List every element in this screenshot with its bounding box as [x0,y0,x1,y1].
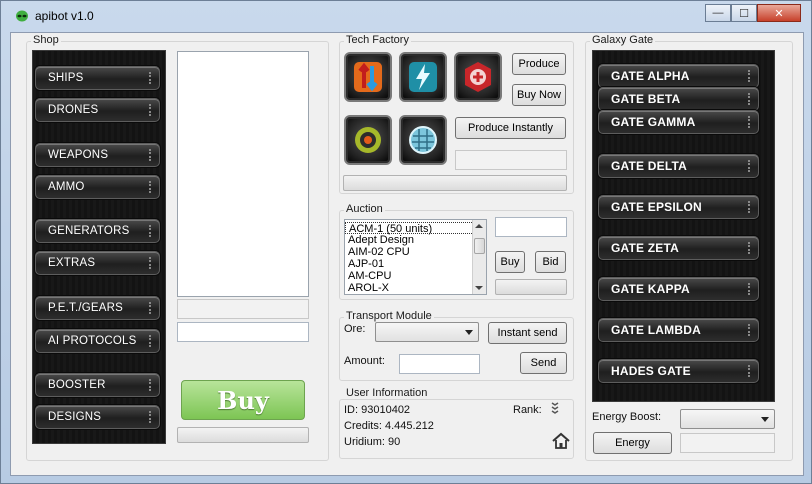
shop-category-p-e-t-gears[interactable]: P.E.T./GEARS [35,296,160,320]
shop-label: Shop [31,34,61,46]
tech-energy-leech-tile[interactable] [344,52,392,102]
auction-list-item[interactable]: AROL-X [345,282,486,294]
scroll-up-icon[interactable] [475,224,483,228]
shop-progress-bar [177,427,309,443]
gate-button-gate-zeta[interactable]: GATE ZETA [598,236,759,260]
gate-button-gate-kappa[interactable]: GATE KAPPA [598,277,759,301]
amount-field[interactable] [399,354,480,374]
shop-price-field [177,299,309,319]
maximize-button[interactable]: ☐ [731,4,757,22]
amount-label: Amount: [344,355,385,367]
energy-button[interactable]: Energy [593,432,672,454]
auction-label: Auction [344,203,385,215]
shop-buy-button[interactable]: Buy [181,380,305,420]
tech-lightning-tile[interactable] [399,52,447,102]
energy-boost-dropdown[interactable] [680,409,775,429]
instant-send-button[interactable]: Instant send [488,322,567,344]
tech-heal-tile[interactable] [454,52,502,102]
auction-progress-bar [495,279,567,295]
client-area: Shop SHIPS DRONES WEAPONS AMMO GENERATORS EXT… [10,32,804,476]
alien-app-icon [16,10,28,22]
chevron-down-icon [761,417,769,422]
tech-status-field [455,150,567,170]
tech-progress-bar [343,175,567,191]
shop-category-ammo[interactable]: AMMO [35,175,160,199]
gate-button-gate-lambda[interactable]: GATE LAMBDA [598,318,759,342]
app-window: apibot v1.0 — ☐ ✕ Shop SHIPS DRONES WEAPON… [0,0,812,484]
energy-status-field [680,433,775,453]
auction-list-item[interactable]: Adept Design [345,234,486,246]
scroll-down-icon[interactable] [475,286,483,290]
buy-now-button[interactable]: Buy Now [512,84,566,106]
gear-target-icon [355,127,381,153]
ore-dropdown[interactable] [375,322,479,342]
transport-label: Transport Module [344,310,434,322]
auction-item-list[interactable]: ACM-1 (50 units) Adept Design AIM-02 CPU AJ… [344,219,487,295]
user-uridium: Uridium: 90 [344,436,401,448]
user-id: ID: 93010402 [344,404,411,416]
shop-category-extras[interactable]: EXTRAS [35,251,160,275]
chevron-down-icon [465,330,473,335]
tech-gear-tile[interactable] [344,115,392,165]
gate-button-gate-gamma[interactable]: GATE GAMMA [598,110,759,134]
user-info-label: User Information [344,387,430,399]
auction-list-item[interactable]: AJP-01 [345,258,486,270]
auction-list-item[interactable]: AIM-02 CPU [345,246,486,258]
auction-list-item[interactable]: AM-CPU [345,270,486,282]
gate-button-gate-epsilon[interactable]: GATE EPSILON [598,195,759,219]
shop-category-drones[interactable]: DRONES [35,98,160,122]
gate-button-gate-delta[interactable]: GATE DELTA [598,154,759,178]
auction-bid-button[interactable]: Bid [535,251,566,273]
produce-instantly-button[interactable]: Produce Instantly [455,117,566,139]
scroll-thumb[interactable] [474,238,485,254]
shield-grid-icon [409,126,437,154]
auction-buy-button[interactable]: Buy [495,251,525,273]
window-title: apibot v1.0 [35,9,94,23]
minimize-button[interactable]: — [705,4,731,22]
heal-hexagon-icon [465,62,491,92]
gate-button-gate-beta[interactable]: GATE BETA [598,87,759,111]
energy-boost-label: Energy Boost: [592,411,662,423]
title-bar: apibot v1.0 — ☐ ✕ [1,1,811,31]
gate-button-gate-alpha[interactable]: GATE ALPHA [598,64,759,88]
shop-category-generators[interactable]: GENERATORS [35,219,160,243]
send-button[interactable]: Send [520,352,567,374]
ore-label: Ore: [344,323,366,335]
user-credits: Credits: 4.445.212 [344,420,434,432]
home-icon[interactable] [551,431,571,451]
shop-category-booster[interactable]: BOOSTER [35,373,160,397]
shop-category-ships[interactable]: SHIPS [35,66,160,90]
tech-shield-tile[interactable] [399,115,447,165]
auction-bid-field[interactable] [495,217,567,237]
auction-scrollbar[interactable] [472,220,486,294]
auction-list-item[interactable]: ACM-1 (50 units) [345,222,486,235]
shop-category-ai-protocols[interactable]: AI PROTOCOLS [35,329,160,353]
shop-item-list[interactable] [177,51,309,297]
galaxy-gate-label: Galaxy Gate [590,34,656,46]
rank-icon [551,402,559,414]
rank-label: Rank: [513,404,542,416]
gate-button-hades-gate[interactable]: HADES GATE [598,359,759,383]
shop-quantity-field[interactable] [177,322,309,342]
tech-factory-label: Tech Factory [344,34,411,46]
close-button[interactable]: ✕ [757,4,801,22]
produce-button[interactable]: Produce [512,53,566,75]
lightning-icon [409,62,437,92]
shop-category-weapons[interactable]: WEAPONS [35,143,160,167]
shop-category-designs[interactable]: DESIGNS [35,405,160,429]
energy-leech-icon [354,62,382,92]
